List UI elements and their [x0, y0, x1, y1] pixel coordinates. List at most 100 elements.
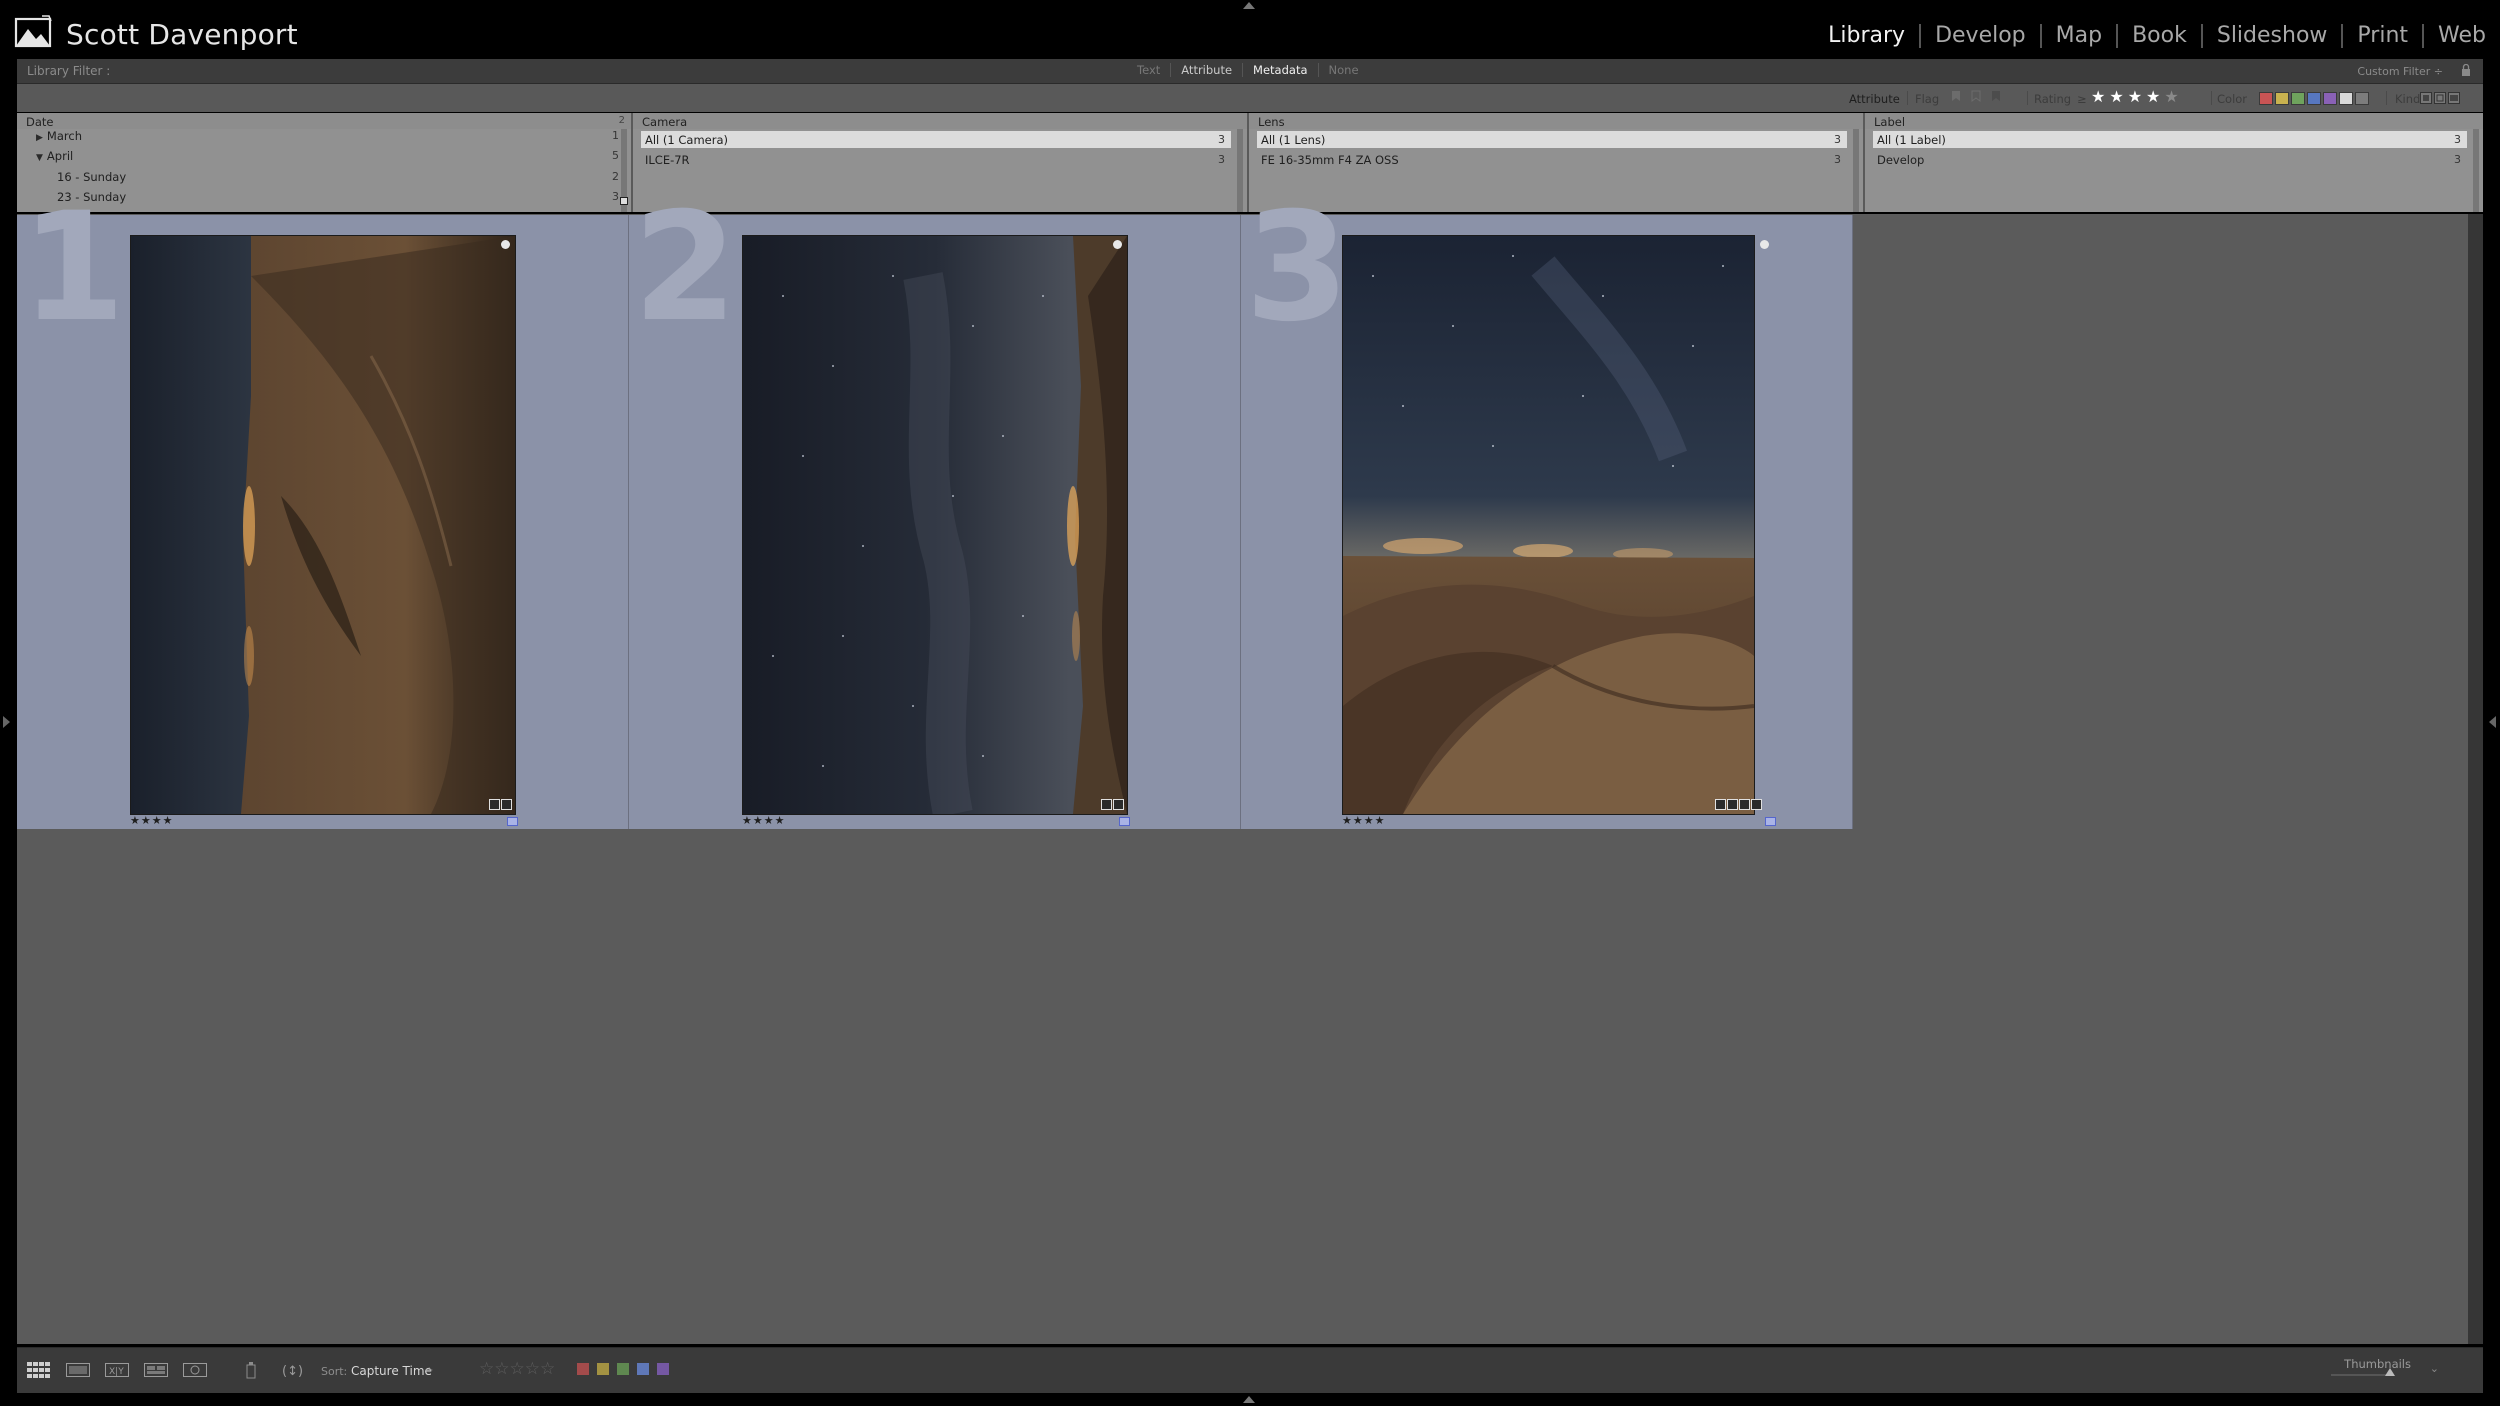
- rotate-badge-icon[interactable]: [1101, 799, 1112, 810]
- cell-rating-stars[interactable]: ★★★★: [130, 814, 173, 827]
- cell-index-number: 3: [1245, 181, 1350, 355]
- color-filter-swatch[interactable]: [2291, 92, 2305, 105]
- painter-spray-can-icon[interactable]: [243, 1360, 269, 1380]
- module-book[interactable]: Book: [2116, 24, 2201, 48]
- date-scroll-thumb[interactable]: [620, 197, 628, 205]
- grid-cell[interactable]: 3 ★★★★: [1241, 193, 1853, 829]
- color-filter-swatch[interactable]: [2275, 92, 2289, 105]
- grid-scrollbar[interactable]: [2468, 214, 2483, 1344]
- toolbar-color-label-swatch[interactable]: [617, 1363, 629, 1375]
- filter-tab-text[interactable]: Text: [1127, 63, 1170, 77]
- grid-view-icon[interactable]: [26, 1360, 52, 1380]
- photo-thumbnail[interactable]: [130, 235, 516, 815]
- cell-rating-stars[interactable]: ★★★★: [1342, 814, 1385, 827]
- toolbar-color-label-swatch[interactable]: [637, 1363, 649, 1375]
- sort-select-arrow[interactable]: ÷: [425, 1365, 433, 1376]
- people-view-icon[interactable]: [182, 1360, 208, 1380]
- flag-pick-icon[interactable]: [1949, 89, 1963, 108]
- grid-cell[interactable]: 2 ★★★★: [629, 193, 1241, 829]
- date-row-march[interactable]: ▶ March 1: [17, 127, 631, 144]
- photo-thumbnail[interactable]: [1342, 235, 1755, 815]
- color-filter-swatch[interactable]: [2339, 92, 2353, 105]
- label-header-label: Label: [1874, 115, 1906, 129]
- color-filter-swatch[interactable]: [2323, 92, 2337, 105]
- toolbar-color-label-swatch[interactable]: [657, 1363, 669, 1375]
- collapse-right-panel-icon[interactable]: [2489, 716, 2496, 728]
- rating-label: Rating: [2034, 92, 2072, 106]
- flag-unflagged-icon[interactable]: [1969, 89, 1983, 108]
- toolbar-color-label-swatch[interactable]: [577, 1363, 589, 1375]
- label-row-develop[interactable]: Develop 3: [1873, 151, 2467, 168]
- collapse-left-panel-icon[interactable]: [3, 716, 10, 728]
- metadata-badge-icon[interactable]: [1727, 799, 1738, 810]
- label-column-header[interactable]: Label: [1865, 114, 2483, 129]
- lens-scrollbar[interactable]: [1853, 129, 1859, 212]
- filter-preset-select[interactable]: Custom Filter ÷: [2357, 65, 2443, 78]
- color-filter-swatch[interactable]: [2307, 92, 2321, 105]
- toolbar-color-label-swatch[interactable]: [597, 1363, 609, 1375]
- date-row-april[interactable]: ▼ April 5: [17, 147, 631, 164]
- camera-column-header[interactable]: Camera: [633, 114, 1247, 129]
- module-develop[interactable]: Develop: [1919, 24, 2040, 48]
- cell-rating-stars[interactable]: ★★★★: [742, 814, 785, 827]
- collapse-top-panel-icon[interactable]: [1243, 2, 1255, 9]
- label-row-all[interactable]: All (1 Label) 3: [1873, 131, 2467, 148]
- rating-operator[interactable]: ≥: [2077, 92, 2087, 106]
- rating-star-icon[interactable]: ★: [2091, 87, 2105, 106]
- date-column-header[interactable]: Date 2: [17, 114, 631, 129]
- metadata-badge-icon[interactable]: [1113, 799, 1124, 810]
- filter-tab-metadata[interactable]: Metadata: [1242, 63, 1317, 77]
- thumbnail-slider-handle[interactable]: [2385, 1368, 2395, 1376]
- module-library[interactable]: Library: [1814, 24, 1919, 48]
- kind-virtual-copy-icon[interactable]: [2434, 92, 2446, 107]
- sort-direction-icon[interactable]: (↕): [281, 1360, 307, 1380]
- grid-cell[interactable]: 1 ★★★★: [17, 193, 629, 829]
- crop-badge-icon[interactable]: [1739, 799, 1750, 810]
- lens-column-header[interactable]: Lens: [1249, 114, 1863, 129]
- rating-filter-stars[interactable]: ★ ★ ★ ★ ★: [2091, 87, 2183, 106]
- sort-select[interactable]: Capture Time: [351, 1364, 432, 1378]
- collapse-filmstrip-icon[interactable]: [1243, 1396, 1255, 1403]
- module-web[interactable]: Web: [2422, 24, 2500, 48]
- rating-star-icon[interactable]: ★: [2164, 87, 2178, 106]
- toolbar-rating-stars[interactable]: ☆☆☆☆☆: [479, 1359, 555, 1379]
- lens-row-all[interactable]: All (1 Lens) 3: [1257, 131, 1847, 148]
- rating-star-icon[interactable]: ★: [2128, 87, 2142, 106]
- metadata-badge-icon[interactable]: [501, 799, 512, 810]
- module-print[interactable]: Print: [2341, 24, 2422, 48]
- quick-collection-dot-icon[interactable]: [501, 240, 510, 249]
- survey-view-icon[interactable]: [143, 1360, 169, 1380]
- rating-star-icon[interactable]: ★: [2109, 87, 2123, 106]
- compare-view-icon[interactable]: X|Y: [104, 1360, 130, 1380]
- label-scrollbar[interactable]: [2473, 129, 2479, 212]
- module-slideshow[interactable]: Slideshow: [2200, 24, 2342, 48]
- kind-master-icon[interactable]: [2420, 92, 2432, 107]
- color-filter-swatch[interactable]: [2355, 92, 2369, 105]
- filter-tab-attribute[interactable]: Attribute: [1170, 63, 1242, 77]
- flag-reject-icon[interactable]: [1989, 89, 2003, 108]
- rotate-badge-icon[interactable]: [489, 799, 500, 810]
- module-picker: Library Develop Map Book Slideshow Print…: [1814, 20, 2500, 52]
- kind-video-icon[interactable]: [2448, 92, 2460, 107]
- toolbar-menu-chevron-icon[interactable]: ⌄: [2430, 1362, 2439, 1375]
- module-map[interactable]: Map: [2039, 24, 2116, 48]
- lock-icon[interactable]: [2461, 63, 2471, 76]
- quick-collection-dot-icon[interactable]: [1113, 240, 1122, 249]
- disclosure-triangle-open-icon[interactable]: ▼: [36, 153, 43, 163]
- quick-collection-dot-icon[interactable]: [1760, 240, 1769, 249]
- photo-thumbnail[interactable]: [742, 235, 1128, 815]
- lens-row-fe-16-35[interactable]: FE 16-35mm F4 ZA OSS 3: [1257, 151, 1847, 168]
- color-filter-swatch[interactable]: [2259, 92, 2273, 105]
- camera-scrollbar[interactable]: [1237, 129, 1243, 212]
- filter-tab-none[interactable]: None: [1317, 63, 1369, 77]
- camera-row-ilce-7r[interactable]: ILCE-7R 3: [641, 151, 1231, 168]
- camera-row-all[interactable]: All (1 Camera) 3: [641, 131, 1231, 148]
- rating-star-icon[interactable]: ★: [2146, 87, 2160, 106]
- loupe-view-icon[interactable]: [65, 1360, 91, 1380]
- camera-row-label: All (1 Camera): [645, 133, 728, 147]
- develop-badge-icon[interactable]: [1751, 799, 1762, 810]
- flag-label: Flag: [1915, 92, 1940, 106]
- rotate-badge-icon[interactable]: [1715, 799, 1726, 810]
- thumbnail-size-slider[interactable]: [2331, 1374, 2393, 1376]
- disclosure-triangle-closed-icon[interactable]: ▶: [36, 133, 43, 143]
